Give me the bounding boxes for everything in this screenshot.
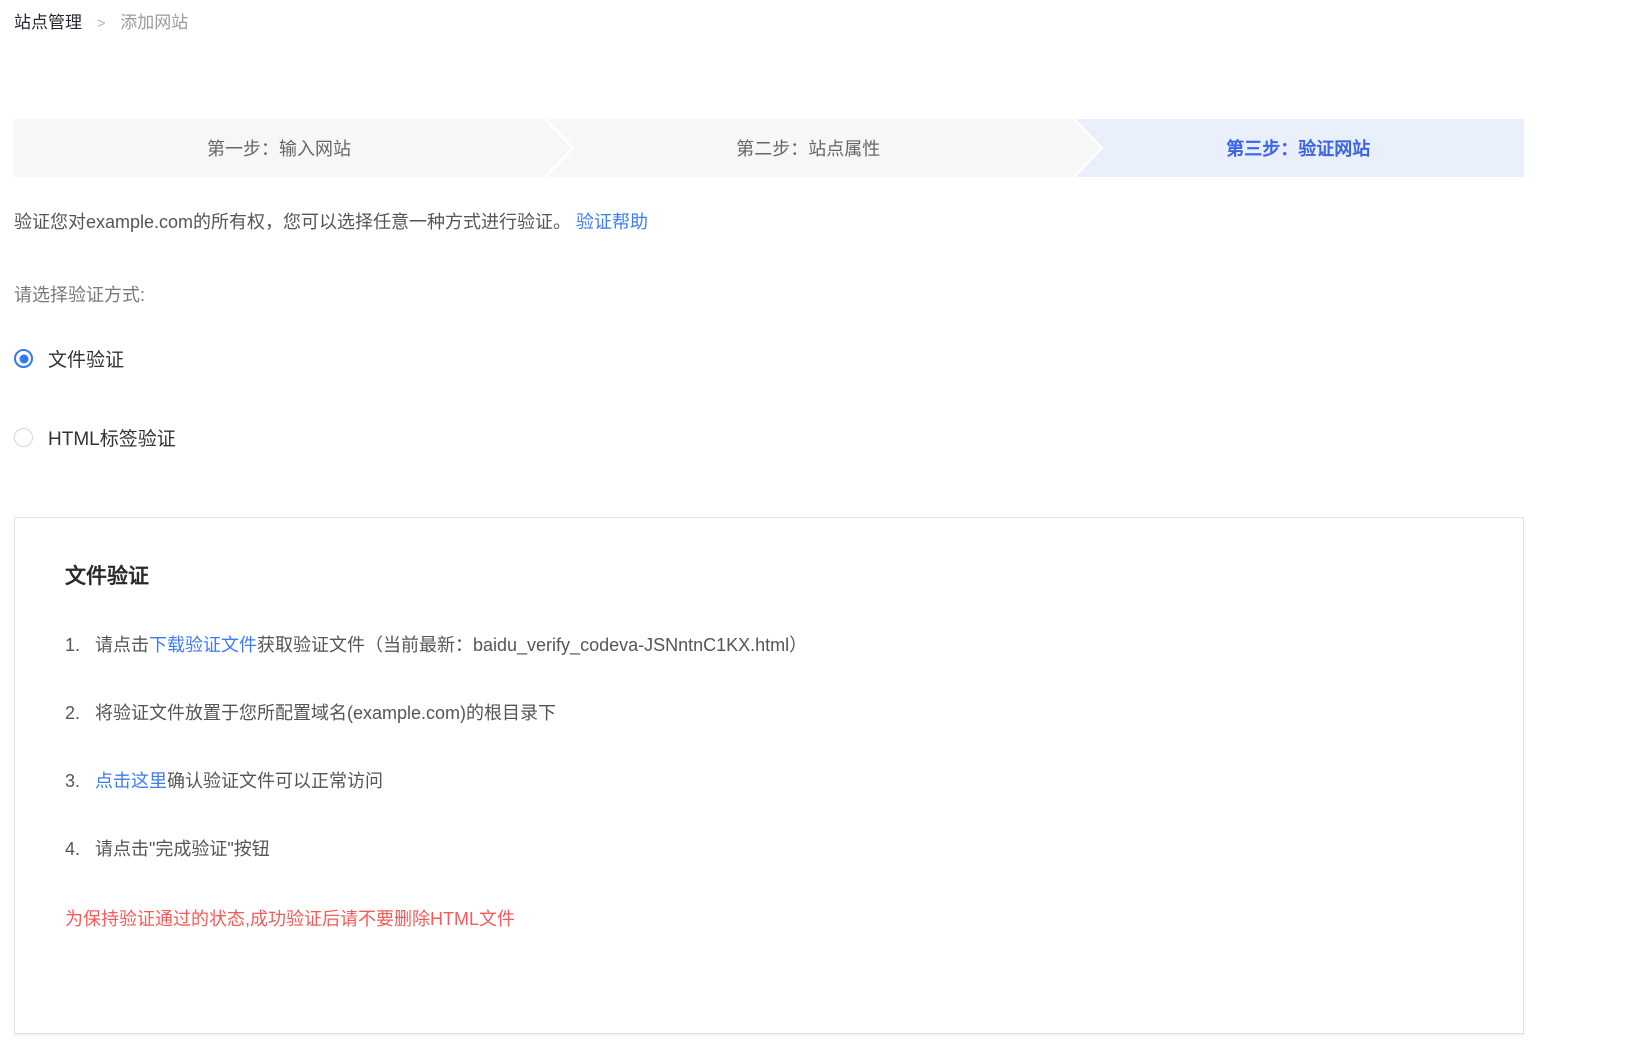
chevron-right-icon: > xyxy=(97,15,106,32)
method-prompt: 请选择验证方式: xyxy=(14,281,1524,307)
file-verification-panel: 文件验证 1. 请点击下载验证文件获取验证文件（当前最新：baidu_verify… xyxy=(14,517,1524,1034)
verification-help-link[interactable]: 验证帮助 xyxy=(576,212,648,232)
panel-title: 文件验证 xyxy=(65,560,1483,590)
instruction-download-file: 1. 请点击下载验证文件获取验证文件（当前最新：baidu_verify_code… xyxy=(65,633,1483,658)
method-label-html-tag-verification[interactable]: HTML标签验证 xyxy=(48,424,176,451)
method-label-file-verification[interactable]: 文件验证 xyxy=(48,345,124,372)
step-2-label: 第二步：站点属性 xyxy=(736,135,880,161)
breadcrumb: 站点管理 > 添加网站 xyxy=(14,12,1524,35)
instruction-text: 确认验证文件可以正常访问 xyxy=(167,771,383,791)
instruction-number: 4. xyxy=(65,837,85,862)
instruction-text: 将验证文件放置于您所配置域名(example.com)的根目录下 xyxy=(95,703,556,723)
step-3-label: 第三步：验证网站 xyxy=(1226,135,1370,161)
step-1-enter-site: 第一步：输入网站 xyxy=(14,119,544,177)
intro-text: 验证您对example.com的所有权，您可以选择任意一种方式进行验证。 xyxy=(14,212,571,232)
instruction-number: 1. xyxy=(65,633,85,658)
step-2-site-properties: 第二步：站点属性 xyxy=(544,119,1073,177)
breadcrumb-site-management[interactable]: 站点管理 xyxy=(14,13,82,32)
instruction-number: 2. xyxy=(65,701,85,726)
radio-unselected-icon[interactable] xyxy=(14,428,33,447)
radio-selected-icon[interactable] xyxy=(14,349,33,368)
instruction-text: 请点击 xyxy=(95,635,149,655)
instruction-place-file: 2. 将验证文件放置于您所配置域名(example.com)的根目录下 xyxy=(65,701,1483,726)
step-3-verify-site: 第三步：验证网站 xyxy=(1073,119,1524,177)
method-option-file-verification[interactable]: 文件验证 xyxy=(14,345,1524,372)
instruction-confirm-access: 3. 点击这里确认验证文件可以正常访问 xyxy=(65,769,1483,794)
add-site-page: 站点管理 > 添加网站 第一步：输入网站 第二步：站点属性 第三步：验证网站 验… xyxy=(0,0,1524,1034)
verification-instructions: 1. 请点击下载验证文件获取验证文件（当前最新：baidu_verify_code… xyxy=(65,633,1483,862)
step-1-label: 第一步：输入网站 xyxy=(207,135,351,161)
method-option-html-tag-verification[interactable]: HTML标签验证 xyxy=(14,424,1524,451)
keep-file-warning: 为保持验证通过的状态,成功验证后请不要删除HTML文件 xyxy=(65,905,1483,931)
download-verification-file-link[interactable]: 下载验证文件 xyxy=(149,635,257,655)
instruction-text: 请点击"完成验证"按钮 xyxy=(95,839,270,859)
verification-intro: 验证您对example.com的所有权，您可以选择任意一种方式进行验证。验证帮助 xyxy=(14,209,1524,235)
instruction-complete-verification: 4. 请点击"完成验证"按钮 xyxy=(65,837,1483,862)
breadcrumb-add-site: 添加网站 xyxy=(120,13,188,32)
wizard-steps-bar: 第一步：输入网站 第二步：站点属性 第三步：验证网站 xyxy=(14,119,1524,177)
click-here-link[interactable]: 点击这里 xyxy=(95,771,167,791)
instruction-number: 3. xyxy=(65,769,85,794)
instruction-text: 获取验证文件（当前最新：baidu_verify_codeva-JSNntnC1… xyxy=(257,635,807,655)
